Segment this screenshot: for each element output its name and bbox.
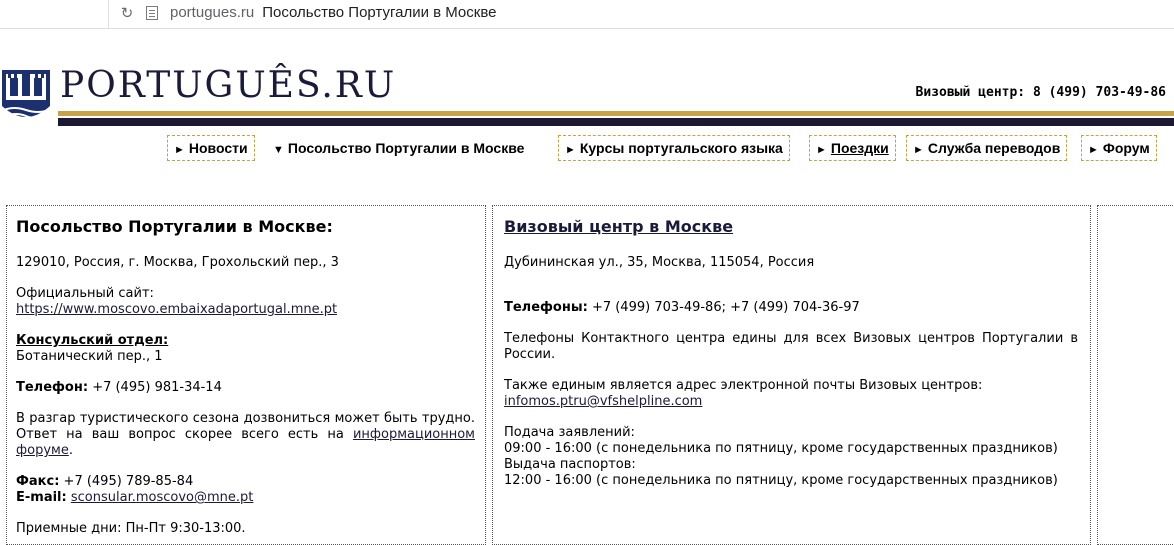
main-nav: ► Новости ▼ Посольство Португалии в Москве… [0, 135, 1174, 163]
submit-label: Подача заявлений: [504, 425, 635, 440]
visa-center-address: Дубининская ул., 35, Москва, 115054, Рос… [504, 255, 815, 270]
embassy-email-link[interactable]: sconsular.moscovo@mne.pt [71, 490, 254, 505]
visa-hours-block: Подача заявлений: 09:00 - 16:00 (с понед… [504, 425, 1078, 489]
page-title-in-omnibox: Посольство Португалии в Москве [262, 4, 497, 21]
embassy-panel: Посольство Португалии в Москве: 129010, … [6, 205, 486, 545]
visa-email-link[interactable]: infomos.ptru@vfshelpline.com [504, 394, 702, 409]
nav-item-embassy[interactable]: ▼ Посольство Португалии в Москве [266, 135, 531, 161]
consular-address: Ботанический пер., 1 [16, 349, 163, 364]
embassy-fax-email-block: Факс: +7 (495) 789-85-84 E-mail: sconsul… [16, 474, 475, 506]
header-stripe-navy [58, 118, 1174, 126]
arrow-right-icon: ► [565, 144, 576, 156]
embassy-title: Посольство Португалии в Москве: [16, 217, 333, 236]
arrow-right-icon: ► [1088, 144, 1099, 156]
pickup-label: Выдача паспортов: [504, 457, 636, 472]
visa-center-phone: Визовый центр: 8 (499) 703-49-86 [915, 85, 1166, 100]
visa-email-note: Также единым является адрес электронной … [504, 378, 983, 393]
right-panel [1097, 205, 1174, 545]
nav-item-language-courses[interactable]: ► Курсы португальского языка [558, 135, 790, 161]
embassy-phone: +7 (495) 981-34-14 [92, 380, 222, 395]
submit-hours: 09:00 - 16:00 (с понедельника по пятницу… [504, 441, 1058, 456]
arrow-down-icon: ▼ [273, 144, 284, 156]
logo-emblem-icon[interactable] [0, 62, 52, 126]
arrow-right-icon: ► [913, 144, 924, 156]
embassy-site-label: Официальный сайт: [16, 286, 154, 301]
tab-strip-area [0, 0, 109, 28]
header-stripe-gold [58, 111, 1174, 116]
visa-center-panel: Визовый центр в Москве Дубининская ул., … [492, 205, 1091, 545]
url-field[interactable]: portugues.ru Посольство Португалии в Моск… [170, 4, 496, 21]
visa-email-block: Также единым является адрес электронной … [504, 378, 1078, 410]
url-host: portugues.ru [170, 4, 255, 21]
arrow-right-icon: ► [174, 144, 185, 156]
embassy-site-link[interactable]: https://www.moscovo.embaixadaportugal.mn… [16, 302, 337, 317]
nav-item-forum[interactable]: ► Форум [1081, 135, 1157, 161]
visa-phones-label: Телефоны: [504, 300, 588, 315]
nav-item-trips[interactable]: ► Поездки [809, 135, 896, 161]
page-info-icon[interactable] [146, 6, 158, 20]
site-logo-text[interactable]: PORTUGUÊS.RU [60, 64, 396, 108]
embassy-phone-label: Телефон: [16, 380, 89, 395]
embassy-phone-block: Телефон: +7 (495) 981-34-14 [16, 380, 475, 396]
visa-contact-note: Телефоны Контактного центра едины для вс… [504, 331, 1078, 362]
visa-phones-block: Телефоны: +7 (499) 703-49-86; +7 (499) 7… [504, 300, 1078, 316]
embassy-note-end: . [68, 443, 73, 458]
pickup-hours: 12:00 - 16:00 (с понедельника по пятницу… [504, 473, 1058, 488]
email-label: E-mail: [16, 490, 67, 505]
reload-icon[interactable]: ↻ [118, 4, 136, 22]
embassy-address: 129010, Россия, г. Москва, Грохольский п… [16, 255, 339, 270]
embassy-note: В разгар туристического сезона дозвонить… [16, 411, 475, 459]
browser-address-bar: ↻ portugues.ru Посольство Португалии в Мо… [0, 0, 1174, 29]
visa-phones: +7 (499) 703-49-86; +7 (499) 704-36-97 [591, 300, 860, 315]
fax-number: +7 (495) 789-85-84 [63, 474, 194, 489]
nav-item-news[interactable]: ► Новости [167, 135, 255, 161]
consular-label[interactable]: Консульский отдел: [16, 333, 168, 348]
embassy-hours: Приемные дни: Пн-Пт 9:30-13:00. [16, 521, 246, 536]
embassy-site-block: Официальный сайт: https://www.moscovo.em… [16, 286, 475, 318]
visa-center-title[interactable]: Визовый центр в Москве [504, 216, 1078, 238]
nav-item-translation-service[interactable]: ► Служба переводов [906, 135, 1068, 161]
fax-label: Факс: [16, 474, 60, 489]
arrow-right-icon: ► [816, 144, 827, 156]
consular-block: Консульский отдел: Ботанический пер., 1 [16, 333, 475, 365]
